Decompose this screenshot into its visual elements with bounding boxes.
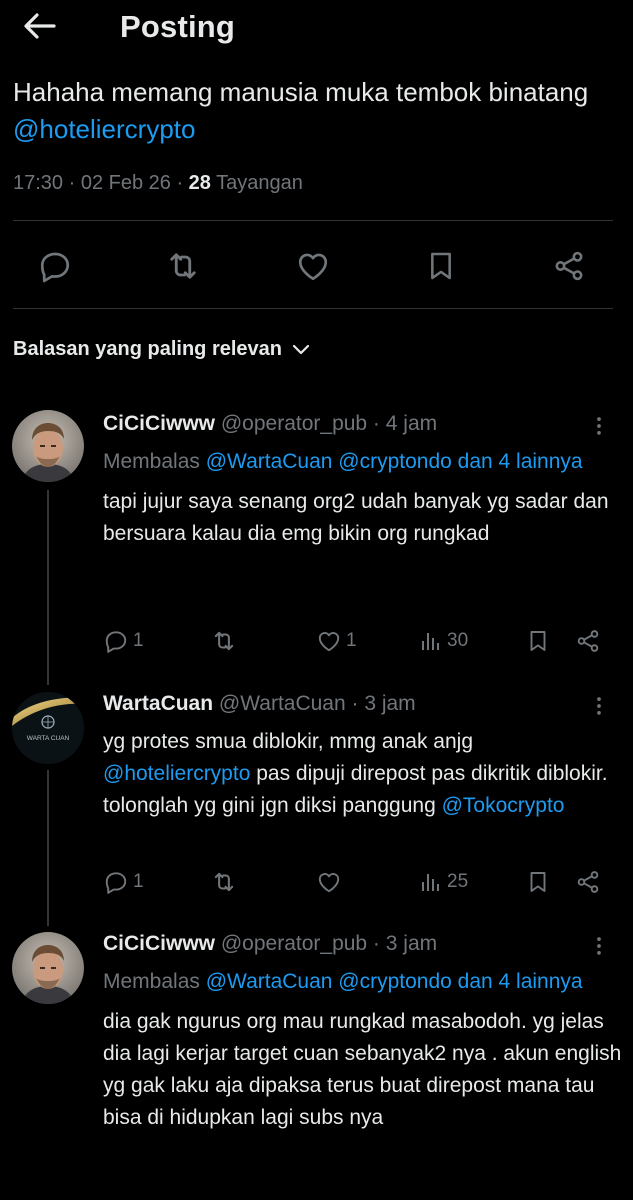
replying-to: Membalas @WartaCuan @cryptondo dan 4 lai…: [103, 966, 623, 997]
handle-and-time: @WartaCuan · 3 jam: [213, 692, 416, 715]
views-label: Tayangan: [210, 172, 303, 194]
display-name[interactable]: WartaCuan: [103, 692, 213, 715]
reply-action-bar: 1 1 30: [103, 626, 613, 656]
replies-sort-dropdown[interactable]: Balasan yang paling relevan: [13, 338, 310, 361]
like-button[interactable]: 1: [316, 626, 357, 656]
bookmark-icon[interactable]: [419, 244, 463, 288]
more-options-icon[interactable]: [587, 411, 611, 441]
reply-count: 1: [133, 630, 144, 651]
handle-and-time: @operator_pub · 4 jam: [215, 412, 438, 435]
share-button[interactable]: [575, 626, 601, 656]
handle-and-time: @operator_pub · 3 jam: [215, 932, 438, 955]
post-text: Hahaha memang manusia muka tembok binata…: [13, 74, 613, 148]
replying-mentions[interactable]: @WartaCuan @cryptondo dan 4 lainnya: [206, 450, 583, 473]
display-name[interactable]: CiCiCiwww: [103, 932, 215, 955]
reply-count: 1: [133, 871, 144, 892]
avatar[interactable]: [12, 410, 84, 482]
reply-icon[interactable]: [33, 244, 77, 288]
more-options-icon[interactable]: [587, 931, 611, 961]
post-timestamp: 17:30 · 02 Feb 26 ·: [13, 172, 189, 194]
reply-text: tapi jujur saya senang org2 udah banyak …: [103, 490, 609, 545]
views-count: 30: [447, 630, 469, 651]
thread-line: [47, 490, 49, 685]
reply-button[interactable]: 1: [103, 867, 144, 897]
divider: [13, 308, 613, 309]
repost-button[interactable]: [211, 626, 237, 656]
share-icon[interactable]: [547, 244, 591, 288]
back-arrow-icon[interactable]: [22, 10, 58, 42]
replying-prefix: Membalas: [103, 970, 206, 993]
views-button[interactable]: 25: [419, 867, 468, 897]
like-icon[interactable]: [291, 244, 335, 288]
bookmark-button[interactable]: [526, 867, 550, 897]
views-count: 25: [447, 871, 469, 892]
reply-header: CiCiCiwww @operator_pub · 4 jam: [103, 409, 623, 439]
repost-icon[interactable]: [161, 244, 205, 288]
reply-item[interactable]: CiCiCiwww @operator_pub · 4 jam Membalas…: [103, 409, 623, 550]
page-title: Posting: [120, 9, 236, 44]
reply-action-bar: 1 25: [103, 867, 613, 897]
thread-line: [47, 770, 49, 926]
view-count: 28: [188, 172, 211, 194]
more-options-icon[interactable]: [587, 691, 611, 721]
post-action-bar: [0, 244, 633, 288]
sort-label: Balasan yang paling relevan: [13, 338, 282, 360]
replying-to: Membalas @WartaCuan @cryptondo dan 4 lai…: [103, 446, 623, 477]
replying-prefix: Membalas: [103, 450, 206, 473]
reply-text: dia gak ngurus org mau rungkad masabodoh…: [103, 1010, 622, 1129]
reply-text-part: yg protes smua diblokir, mmg anak anjg: [103, 730, 474, 753]
post-meta: 17:30 · 02 Feb 26 · 28 Tayangan: [13, 172, 303, 195]
top-bar: Posting: [0, 0, 633, 56]
reply-text: yg protes smua diblokir, mmg anak anjg @…: [103, 726, 623, 822]
avatar-logo-text: WARTA CUAN: [27, 735, 70, 742]
views-button[interactable]: 30: [419, 626, 468, 656]
reply-header: CiCiCiwww @operator_pub · 3 jam: [103, 929, 623, 959]
mention-link[interactable]: @hoteliercrypto: [13, 114, 195, 144]
replying-mentions[interactable]: @WartaCuan @cryptondo dan 4 lainnya: [206, 970, 583, 993]
like-button[interactable]: [316, 867, 342, 897]
bookmark-button[interactable]: [526, 626, 550, 656]
reply-item[interactable]: CiCiCiwww @operator_pub · 3 jam Membalas…: [103, 929, 623, 1134]
reply-item[interactable]: WartaCuan @WartaCuan · 3 jam yg protes s…: [103, 689, 623, 822]
mention-link[interactable]: @hoteliercrypto: [103, 762, 250, 785]
avatar[interactable]: WARTA CUAN: [12, 692, 84, 764]
avatar[interactable]: [12, 932, 84, 1004]
mention-link[interactable]: @Tokocrypto: [442, 794, 565, 817]
divider: [13, 220, 613, 221]
share-button[interactable]: [575, 867, 601, 897]
display-name[interactable]: CiCiCiwww: [103, 412, 215, 435]
chevron-down-icon: [292, 344, 310, 354]
like-count: 1: [346, 630, 357, 651]
reply-header: WartaCuan @WartaCuan · 3 jam: [103, 689, 623, 719]
repost-button[interactable]: [211, 867, 237, 897]
reply-button[interactable]: 1: [103, 626, 144, 656]
post-text-body: Hahaha memang manusia muka tembok binata…: [13, 77, 589, 107]
